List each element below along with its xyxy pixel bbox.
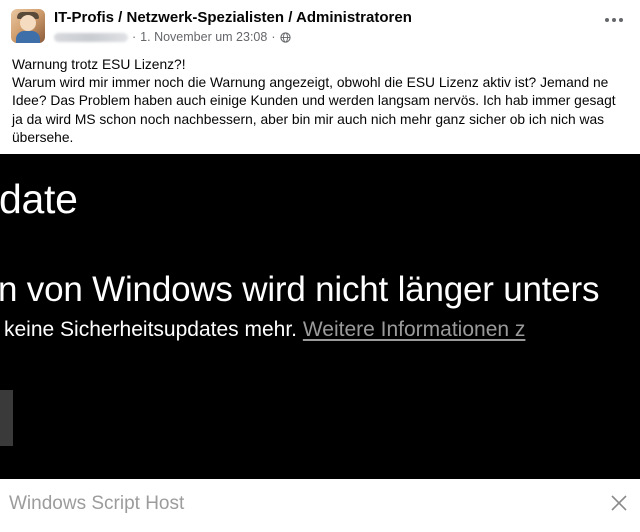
close-icon[interactable] bbox=[609, 493, 629, 513]
dialog-title: Windows Script Host bbox=[9, 493, 185, 514]
more-options-icon bbox=[605, 18, 609, 22]
screenshot-warning-line: n von Windows wird nicht länger unters bbox=[0, 270, 600, 309]
post-text: Warnung trotz ESU Lizenz?! Warum wird mi… bbox=[12, 56, 628, 147]
post-text-title: Warnung trotz ESU Lizenz?! bbox=[12, 57, 186, 72]
screenshot-info-text: keine Sicherheitsupdates mehr. bbox=[4, 318, 303, 341]
attached-screenshot[interactable]: date n von Windows wird nicht länger unt… bbox=[0, 154, 640, 479]
screenshot-heading: date bbox=[0, 176, 78, 222]
post-timestamp[interactable]: 1. November um 23:08 bbox=[140, 30, 267, 44]
meta-separator: · bbox=[132, 30, 137, 44]
dialog-titlebar: Windows Script Host bbox=[0, 479, 640, 532]
post-header: IT-Profis / Netzwerk-Spezialisten / Admi… bbox=[0, 0, 640, 48]
group-avatar[interactable] bbox=[11, 9, 45, 43]
group-title[interactable]: IT-Profis / Netzwerk-Spezialisten / Admi… bbox=[54, 9, 412, 26]
post-meta: · 1. November um 23:08 · bbox=[54, 29, 291, 45]
more-options-button[interactable] bbox=[602, 12, 626, 28]
post-text-body: Warum wird mir immer noch die Warnung an… bbox=[12, 75, 616, 145]
blurred-author-name bbox=[54, 32, 128, 42]
screenshot-button-edge bbox=[0, 390, 13, 446]
meta-separator-2: · bbox=[271, 30, 276, 44]
globe-icon[interactable] bbox=[279, 31, 291, 43]
screenshot-info-line: keine Sicherheitsupdates mehr. Weitere I… bbox=[4, 318, 525, 342]
screenshot-info-link: Weitere Informationen z bbox=[302, 318, 526, 341]
